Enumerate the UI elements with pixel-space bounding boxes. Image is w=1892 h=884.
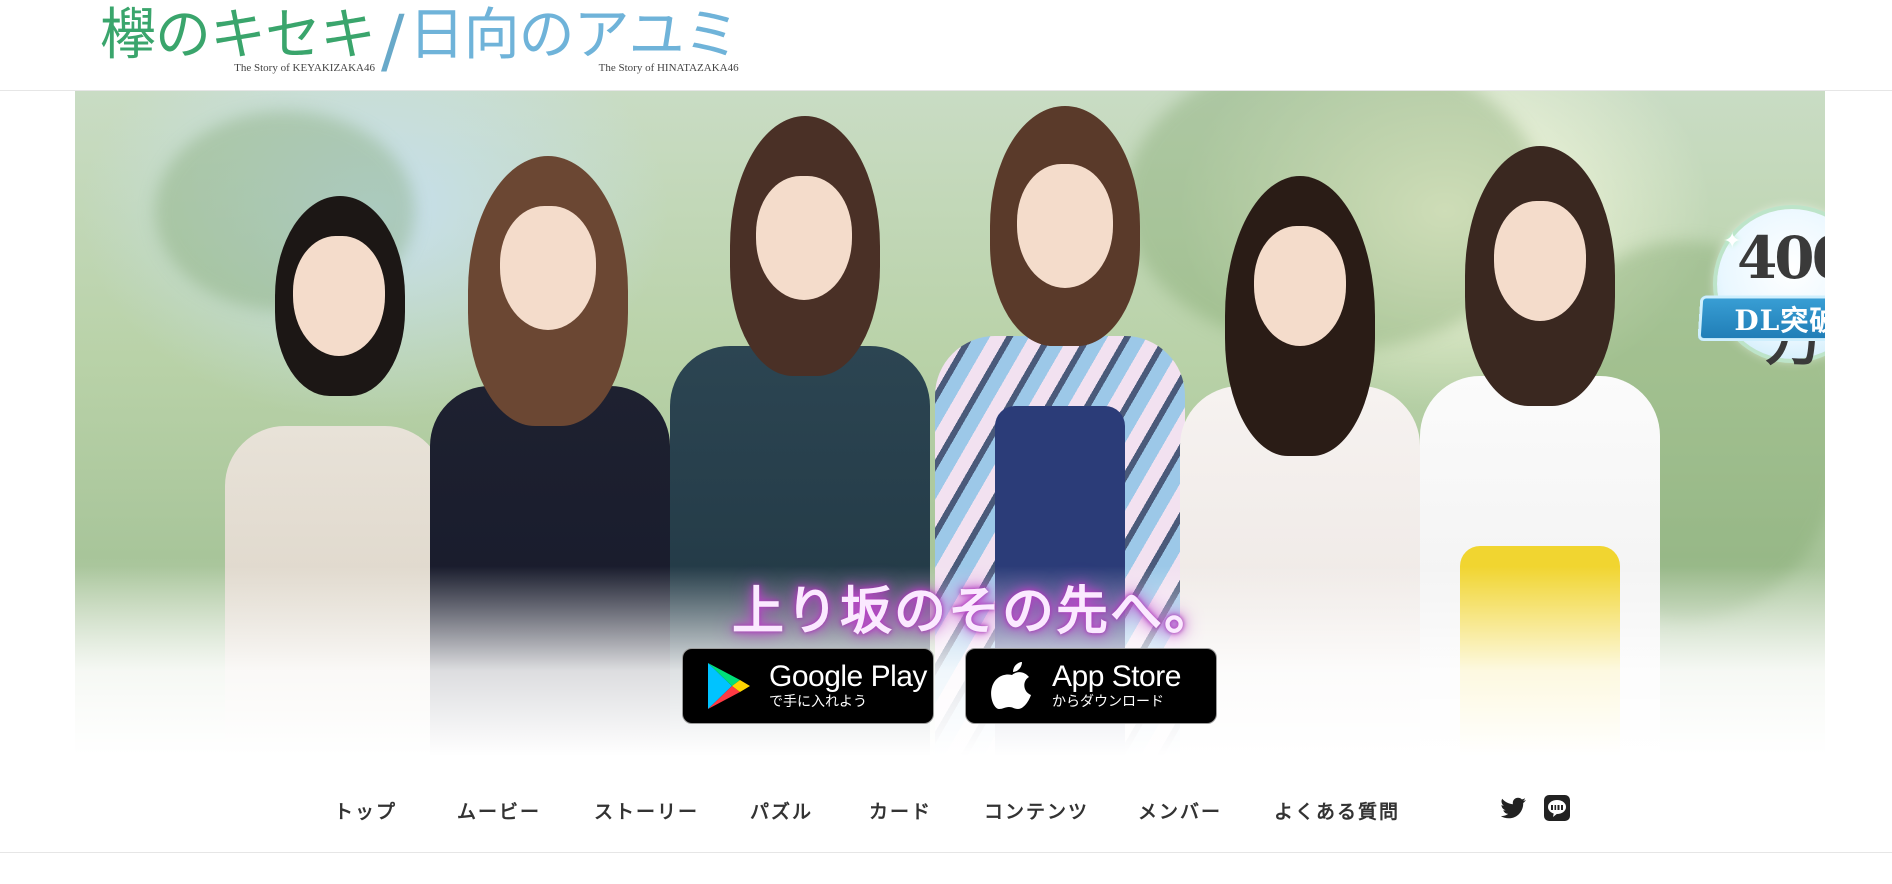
main-nav: トップ ムービー ストーリー パズル カード コンテンツ メンバー よくある質問 — [0, 782, 1892, 853]
app-store-button[interactable]: App Store からダウンロード — [965, 648, 1217, 724]
nav-item-puzzle[interactable]: パズル — [750, 797, 813, 824]
hinata-logo-subtitle: The Story of HINATAZAKA46 — [598, 62, 739, 74]
nav-item-card[interactable]: カード — [869, 797, 932, 824]
nav-item-contents[interactable]: コンテンツ — [984, 797, 1089, 824]
nav-item-movie[interactable]: ムービー — [457, 797, 541, 824]
site-header: 欅のキセキ The Story of KEYAKIZAKA46 / 日向のアユミ… — [0, 0, 1892, 91]
google-play-button[interactable]: Google Play で手に入れよう — [682, 648, 934, 724]
hero-tagline: 上り坂のその先へ。 — [731, 581, 1218, 642]
apple-icon — [982, 656, 1042, 716]
keyaki-logo-subtitle: The Story of KEYAKIZAKA46 — [234, 62, 375, 74]
nav-item-faq[interactable]: よくある質問 — [1274, 797, 1400, 824]
nav-item-story[interactable]: ストーリー — [594, 797, 699, 824]
google-play-label: Google Play — [769, 660, 927, 693]
hinata-logo[interactable]: 日向のアユミ The Story of HINATAZAKA46 — [408, 3, 740, 82]
site-logo[interactable]: 欅のキセキ The Story of KEYAKIZAKA46 / 日向のアユミ… — [100, 0, 740, 82]
twitter-icon[interactable] — [1500, 794, 1528, 822]
keyaki-logo[interactable]: 欅のキセキ The Story of KEYAKIZAKA46 — [100, 3, 376, 82]
google-play-sublabel: で手に入れよう — [769, 694, 867, 710]
badge-label: DL突破! — [1734, 304, 1825, 337]
hinata-logo-title: 日向のアユミ — [408, 3, 740, 68]
app-store-label: App Store — [1052, 660, 1181, 693]
google-play-icon — [699, 656, 759, 716]
hero-banner: ✦ ✦ 400万 DL突破! 上り坂のその先へ。 — [75, 91, 1825, 756]
nav-item-member[interactable]: メンバー — [1138, 797, 1222, 824]
app-store-sublabel: からダウンロード — [1052, 694, 1164, 710]
line-icon[interactable] — [1543, 794, 1571, 822]
nav-item-top[interactable]: トップ — [334, 797, 397, 824]
keyaki-logo-title: 欅のキセキ — [100, 3, 376, 68]
logo-divider: / — [381, 0, 405, 82]
download-count-badge: ✦ ✦ 400万 DL突破! — [1693, 209, 1825, 374]
